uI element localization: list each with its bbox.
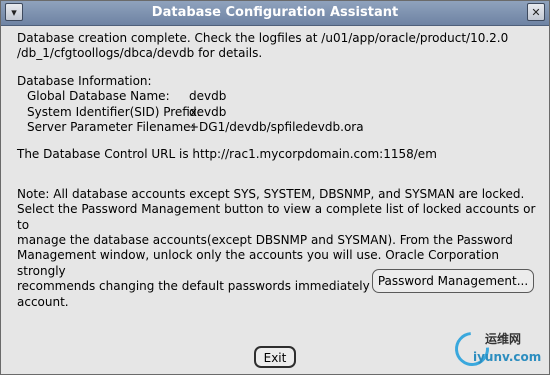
dbca-dialog: Database Configuration Assistant ▾ ✕ Dat… <box>0 0 550 375</box>
db-info-row: Global Database Name: devdb <box>17 89 537 104</box>
watermark-url: iyunv.com <box>473 350 542 364</box>
password-management-button[interactable]: Password Management... <box>372 269 534 293</box>
db-info-value: devdb <box>189 89 227 104</box>
db-info-row: System Identifier(SID) Prefix: devdb <box>17 105 537 120</box>
control-url-text: The Database Control URL is http://rac1.… <box>17 147 437 162</box>
db-info-value: +DG1/devdb/spfiledevdb.ora <box>189 120 364 135</box>
db-info-row: Server Parameter Filename: +DG1/devdb/sp… <box>17 120 537 135</box>
window-title: Database Configuration Assistant <box>151 5 399 20</box>
db-info-value: devdb <box>189 104 227 119</box>
exit-button[interactable]: Exit <box>254 346 296 368</box>
watermark-text: 运维网 <box>485 332 522 346</box>
note-line-2: Select the Password Management button to… <box>17 202 536 232</box>
close-icon[interactable]: ✕ <box>527 3 545 21</box>
completion-message-line-1: Database creation complete. Check the lo… <box>17 31 509 45</box>
watermark: 运维网 iyunv.com <box>448 325 549 374</box>
db-info-label: System Identifier(SID) Prefix: <box>27 104 201 119</box>
note-line-1: Note: All database accounts except SYS, … <box>17 186 525 201</box>
window-menu-icon[interactable]: ▾ <box>5 3 23 21</box>
db-info-label: Server Parameter Filename: <box>27 120 195 135</box>
completion-message-line-2: /db_1/cfgtoollogs/dbca/devdb for details… <box>17 46 263 61</box>
db-info-heading: Database Information: <box>17 73 152 88</box>
note-line-3: manage the database accounts(except DBSN… <box>17 233 513 248</box>
db-info-label: Global Database Name: <box>27 89 170 104</box>
title-bar: Database Configuration Assistant ▾ ✕ <box>1 1 549 26</box>
